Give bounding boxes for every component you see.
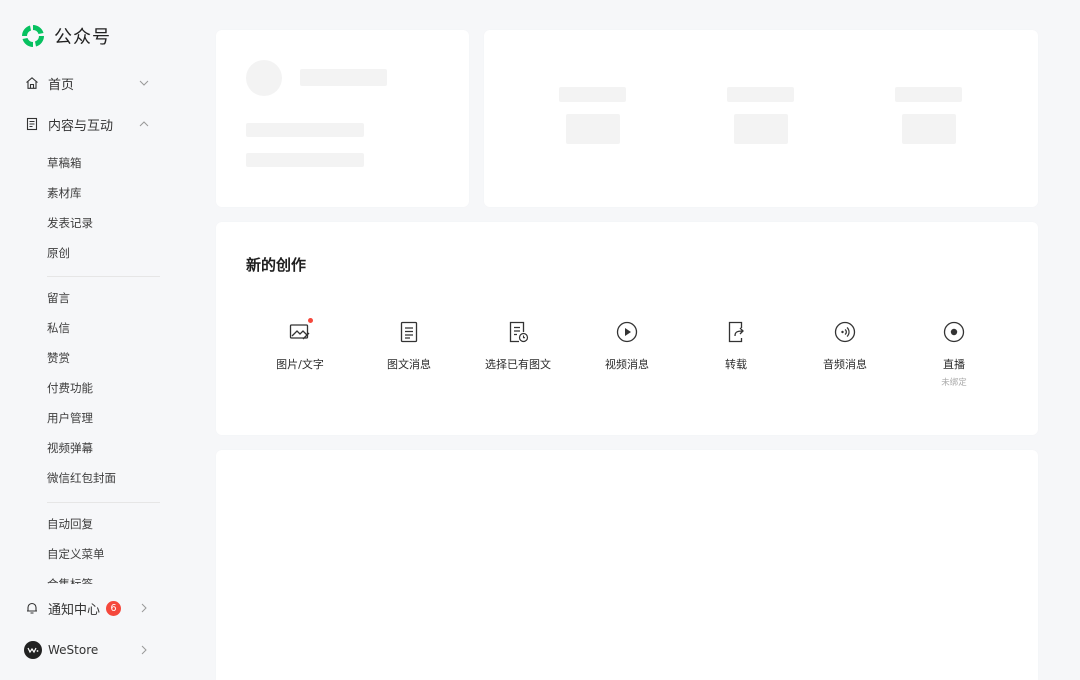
tool-label: 转载 [725,358,747,371]
stat-label-placeholder [727,87,794,102]
sidebar-item-collection-tags[interactable]: 合集标签 [47,574,157,584]
sidebar-item-publish-history[interactable]: 发表记录 [47,213,93,233]
sidebar-item-paid-features[interactable]: 付费功能 [47,378,93,398]
audio-icon [833,320,857,344]
brand[interactable]: 公众号 [20,22,111,50]
stats-card-loading [484,30,1038,207]
create-article-button[interactable]: 图文消息 [359,320,459,372]
live-stream-button[interactable]: 直播 未绑定 [904,320,1004,388]
repost-icon [724,320,748,344]
sidebar-item-comments[interactable]: 留言 [47,288,70,308]
nav-westore[interactable]: WeStore [0,630,186,670]
tool-label: 图文消息 [387,358,431,371]
document-icon [24,116,40,132]
tool-status: 未绑定 [941,378,967,388]
stat-value-placeholder [734,114,788,144]
nav-notifications[interactable]: 通知中心 6 [0,588,186,628]
live-icon [942,320,966,344]
create-video-button[interactable]: 视频消息 [577,320,677,372]
text-placeholder [300,69,387,86]
sidebar-item-auto-reply[interactable]: 自动回复 [47,514,93,534]
repost-button[interactable]: 转载 [686,320,786,372]
account-card-loading [216,30,469,207]
new-creation-card: 新的创作 图片/文字 图文消息 选择已有图文 视频消息 转载 音频消息 直播 未… [216,222,1038,435]
stat-value-placeholder [566,114,620,144]
image-text-icon [288,318,313,344]
nav-home[interactable]: 首页 [0,63,186,103]
select-existing-article-button[interactable]: 选择已有图文 [468,320,568,372]
bell-icon [24,600,40,616]
create-audio-button[interactable]: 音频消息 [795,320,895,372]
tool-label: 视频消息 [605,358,649,371]
stat-value-placeholder [902,114,956,144]
nav-content-label: 内容与互动 [48,118,114,134]
chevron-right-icon [141,645,147,655]
avatar-placeholder [246,60,282,96]
westore-logo-icon [24,641,42,659]
sidebar-item-red-packet-cover[interactable]: 微信红包封面 [47,468,116,488]
text-placeholder [246,153,364,167]
divider [47,502,160,503]
nav-content[interactable]: 内容与互动 [0,104,186,144]
nav-notifications-label: 通知中心 [48,602,101,618]
create-image-text-button[interactable]: 图片/文字 [250,318,350,372]
chevron-down-icon [139,80,149,86]
tool-label: 选择已有图文 [485,358,551,371]
sidebar-item-user-management[interactable]: 用户管理 [47,408,93,428]
tool-label: 音频消息 [823,358,867,371]
sidebar-item-library[interactable]: 素材库 [47,183,82,203]
tool-label: 图片/文字 [276,358,324,371]
divider [47,276,160,277]
section-title: 新的创作 [246,256,307,274]
wechat-official-logo-icon [22,25,44,47]
sidebar-item-video-danmaku[interactable]: 视频弹幕 [47,438,93,458]
stat-label-placeholder [895,87,962,102]
video-icon [615,320,639,344]
stat-label-placeholder [559,87,626,102]
text-placeholder [246,123,364,137]
content-card-loading [216,450,1038,680]
sidebar: 公众号 首页 内容与互动 草稿箱 素材库 发表记录 原创 留言 私信 赞赏 付费… [0,0,186,680]
sidebar-item-custom-menu[interactable]: 自定义菜单 [47,544,105,564]
home-icon [24,75,40,91]
sidebar-item-label: 合集标签 [47,577,93,584]
tool-label: 直播 [943,358,965,371]
notification-count-badge: 6 [106,600,122,616]
article-icon [397,320,421,344]
nav-westore-label: WeStore [48,643,99,657]
new-indicator-dot [308,318,313,323]
chevron-right-icon [141,603,147,613]
nav-home-label: 首页 [48,77,75,93]
existing-article-icon [506,320,530,344]
sidebar-item-messages[interactable]: 私信 [47,318,70,338]
sidebar-item-drafts[interactable]: 草稿箱 [47,153,82,173]
sidebar-item-original[interactable]: 原创 [47,243,70,263]
brand-name: 公众号 [54,27,111,48]
sidebar-item-rewards[interactable]: 赞赏 [47,348,70,368]
chevron-up-icon [139,121,149,127]
